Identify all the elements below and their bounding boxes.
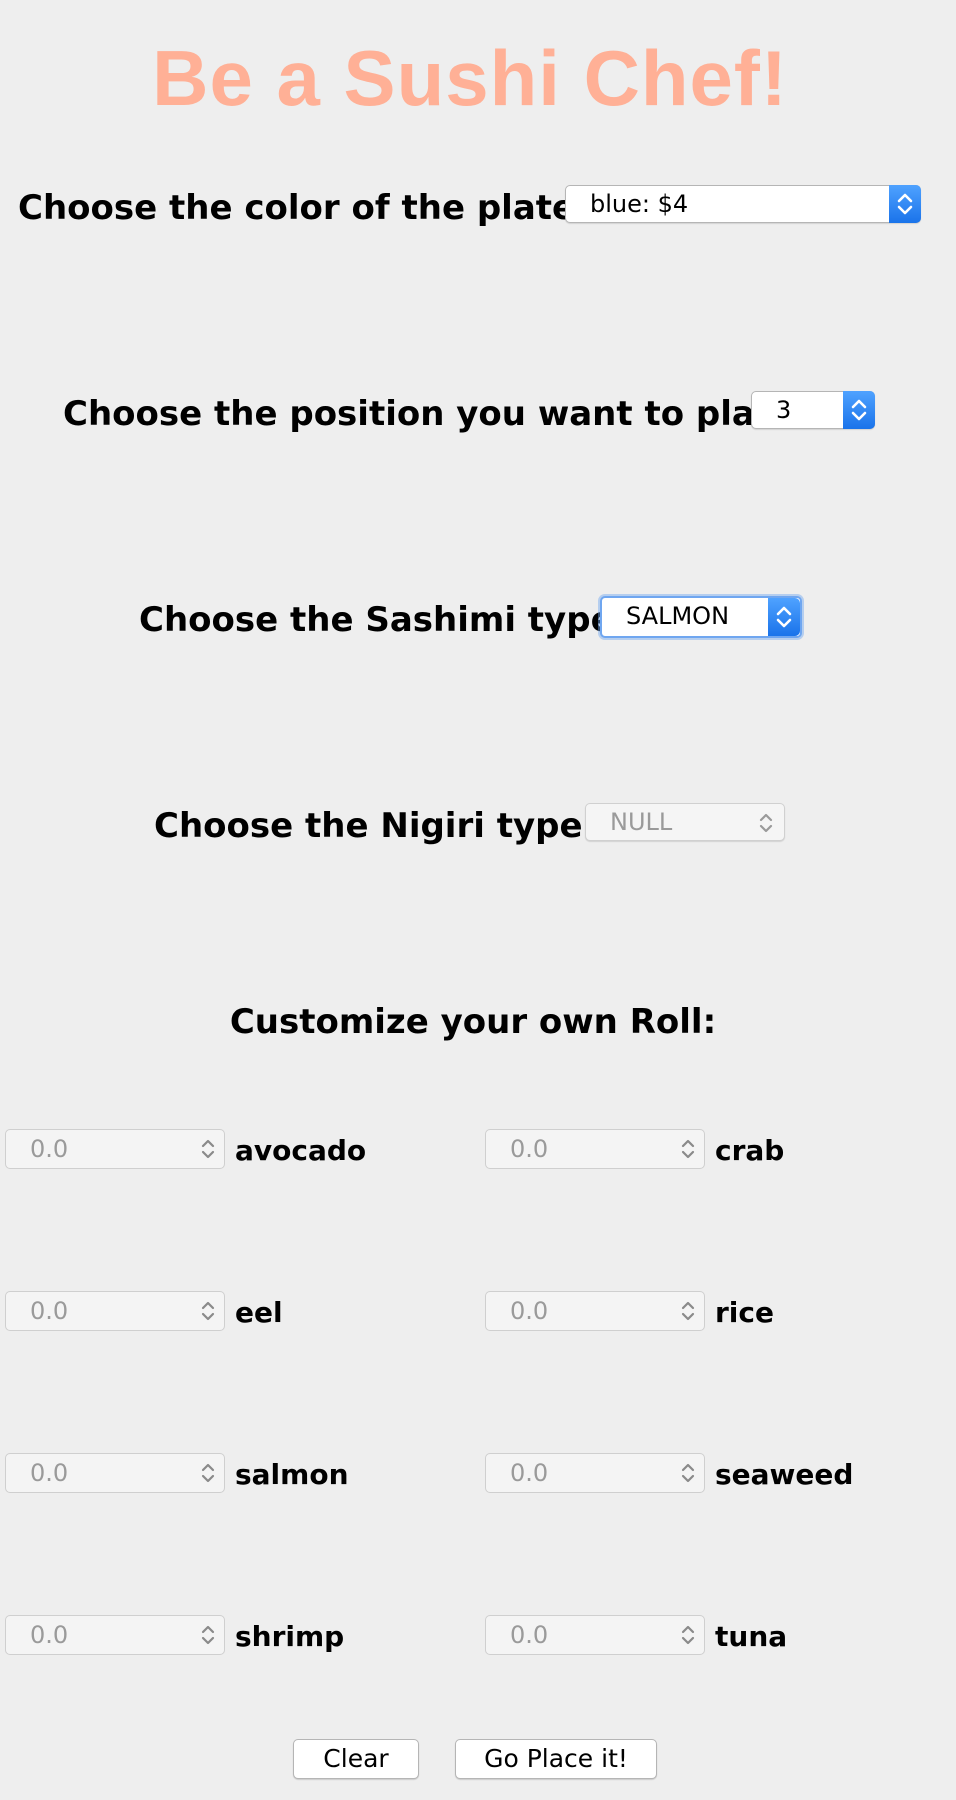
tuna-label: tuna <box>715 1620 788 1653</box>
sashimi-label: Choose the Sashimi type: <box>139 600 628 640</box>
eel-spinner[interactable]: 0.0 <box>5 1291 225 1331</box>
sashimi-value: SALMON <box>626 602 730 630</box>
salmon-label: salmon <box>235 1458 349 1491</box>
nigiri-value: NULL <box>610 808 673 836</box>
stepper-arrows-icon[interactable] <box>196 1296 220 1326</box>
nigiri-select[interactable]: NULL <box>585 803 785 841</box>
stepper-arrows-icon[interactable] <box>676 1620 700 1650</box>
rice-spinner[interactable]: 0.0 <box>485 1291 705 1331</box>
avocado-value: 0.0 <box>30 1135 69 1163</box>
chevron-up-down-icon <box>759 813 773 833</box>
avocado-label: avocado <box>235 1134 367 1167</box>
crab-spinner[interactable]: 0.0 <box>485 1129 705 1169</box>
salmon-spinner[interactable]: 0.0 <box>5 1453 225 1493</box>
position-select[interactable]: 3 <box>751 391 875 429</box>
chevron-up-down-icon <box>843 391 875 429</box>
tuna-value: 0.0 <box>510 1621 549 1649</box>
shrimp-value: 0.0 <box>30 1621 69 1649</box>
crab-value: 0.0 <box>510 1135 549 1163</box>
stepper-arrows-icon[interactable] <box>676 1458 700 1488</box>
seaweed-spinner[interactable]: 0.0 <box>485 1453 705 1493</box>
eel-value: 0.0 <box>30 1297 69 1325</box>
stepper-arrows-icon[interactable] <box>676 1134 700 1164</box>
rice-label: rice <box>715 1296 774 1329</box>
crab-label: crab <box>715 1134 785 1167</box>
position-label: Choose the position you want to place: <box>63 394 812 434</box>
chevron-up-down-icon <box>889 185 921 223</box>
roll-heading: Customize your own Roll: <box>229 1002 717 1042</box>
plate-color-value: blue: $4 <box>590 190 689 218</box>
position-value: 3 <box>776 396 792 424</box>
stepper-arrows-icon[interactable] <box>196 1458 220 1488</box>
chevron-up-down-icon <box>768 598 800 636</box>
rice-value: 0.0 <box>510 1297 549 1325</box>
seaweed-value: 0.0 <box>510 1459 549 1487</box>
page-title: Be a Sushi Chef! <box>152 34 788 122</box>
plate-color-label: Choose the color of the plate: <box>18 188 589 228</box>
seaweed-label: seaweed <box>715 1458 854 1491</box>
stepper-arrows-icon[interactable] <box>196 1620 220 1650</box>
go-place-it-button[interactable]: Go Place it! <box>455 1739 657 1779</box>
tuna-spinner[interactable]: 0.0 <box>485 1615 705 1655</box>
salmon-value: 0.0 <box>30 1459 69 1487</box>
clear-button[interactable]: Clear <box>293 1739 419 1779</box>
eel-label: eel <box>235 1296 283 1329</box>
shrimp-spinner[interactable]: 0.0 <box>5 1615 225 1655</box>
plate-color-select[interactable]: blue: $4 <box>565 185 921 223</box>
avocado-spinner[interactable]: 0.0 <box>5 1129 225 1169</box>
nigiri-label: Choose the Nigiri type: <box>154 806 597 846</box>
sashimi-select[interactable]: SALMON <box>600 596 802 638</box>
stepper-arrows-icon[interactable] <box>196 1134 220 1164</box>
stepper-arrows-icon[interactable] <box>676 1296 700 1326</box>
shrimp-label: shrimp <box>235 1620 345 1653</box>
